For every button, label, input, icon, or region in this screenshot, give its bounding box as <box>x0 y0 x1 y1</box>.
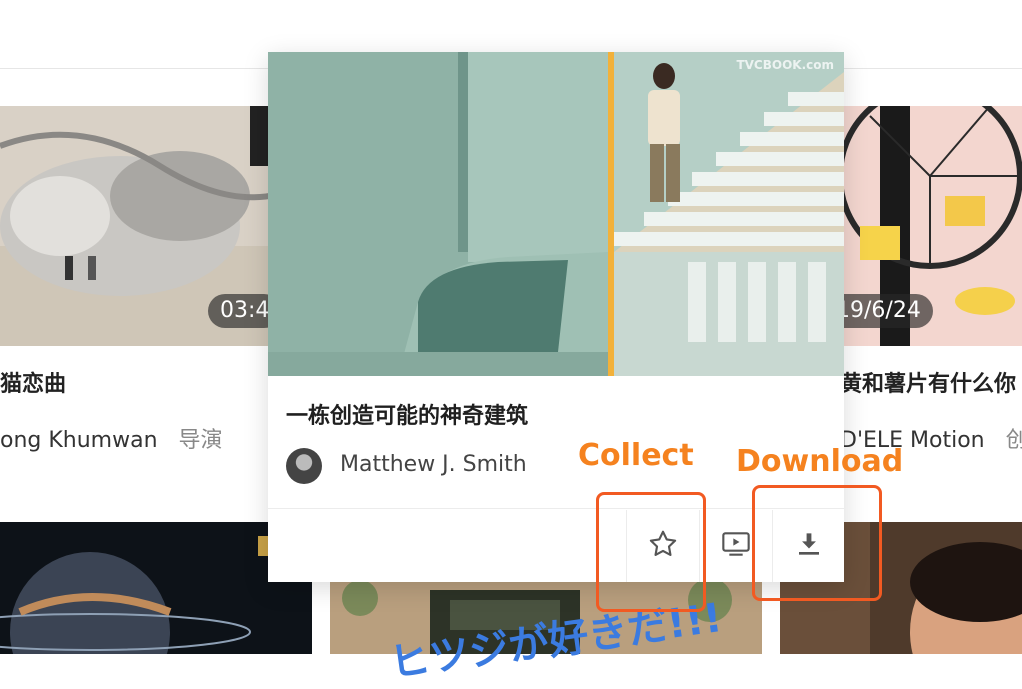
video-card-left[interactable]: 03:4 猫恋曲 ong Khumwan 导演 <box>0 106 300 486</box>
download-annotation-label: Download <box>736 444 904 479</box>
collect-annotation-label: Collect <box>578 438 694 473</box>
author-role: 导演 <box>178 428 223 453</box>
collect-annotation-box <box>596 492 706 612</box>
video-title[interactable]: 一栋创造可能的神奇建筑 <box>286 398 528 430</box>
card-title[interactable]: 猫恋曲 <box>0 366 66 398</box>
author-name[interactable]: Matthew J. Smith <box>340 452 527 477</box>
watermark: TVCBOOK.com <box>736 58 834 72</box>
avatar[interactable] <box>286 448 322 484</box>
author-role: 创 <box>1005 428 1022 453</box>
play-screen-icon <box>720 528 752 565</box>
download-annotation-box <box>752 485 882 601</box>
card-title[interactable]: 黄和薯片有什么你 <box>840 366 1016 398</box>
video-thumbnail[interactable] <box>0 522 312 689</box>
card-author[interactable]: ong Khumwan 导演 <box>0 422 223 454</box>
author-name[interactable]: ong Khumwan <box>0 428 158 453</box>
video-card-bottom-left[interactable] <box>0 522 312 689</box>
video-preview[interactable]: TVCBOOK.com <box>268 52 844 376</box>
video-thumbnail[interactable]: 03:4 <box>0 106 300 346</box>
